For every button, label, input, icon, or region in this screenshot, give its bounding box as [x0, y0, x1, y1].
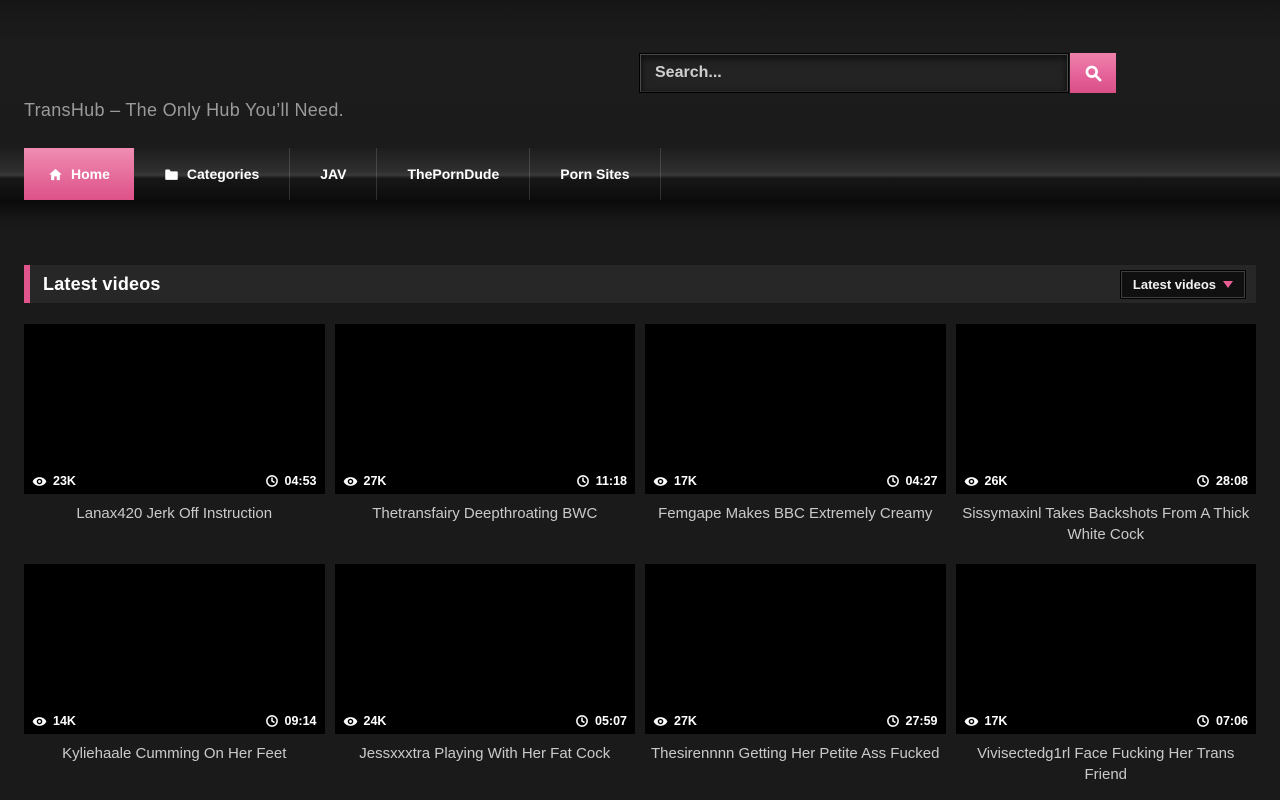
video-duration: 04:27 — [906, 474, 938, 488]
search-bar — [640, 53, 1116, 93]
video-meta: 27K 11:18 — [335, 468, 636, 494]
nav-item-theporndude[interactable]: ThePornDude — [377, 148, 530, 200]
nav-item-label: Home — [71, 166, 110, 182]
view-count: 17K — [674, 474, 697, 488]
video-title[interactable]: Lanax420 Jerk Off Instruction — [24, 503, 325, 524]
video-title[interactable]: Kyliehaale Cumming On Her Feet — [24, 743, 325, 764]
eye-icon — [964, 474, 979, 489]
eye-icon — [343, 714, 358, 729]
eye-icon — [32, 474, 47, 489]
nav-item-label: JAV — [320, 166, 346, 182]
video-card[interactable]: 27K 11:18 Thetransfairy Deepthroating BW… — [335, 324, 636, 564]
sort-dropdown-value: Latest videos — [1133, 277, 1216, 292]
site-tagline: TransHub – The Only Hub You’ll Need. — [24, 100, 344, 121]
nav-item-label: ThePornDude — [407, 166, 499, 182]
home-icon — [48, 167, 63, 182]
view-count: 27K — [674, 714, 697, 728]
video-card[interactable]: 17K 04:27 Femgape Makes BBC Extremely Cr… — [645, 324, 946, 564]
video-duration: 09:14 — [285, 714, 317, 728]
nav-item-categories[interactable]: Categories — [134, 148, 290, 200]
video-card[interactable]: 17K 07:06 Vivisectedg1rl Face Fucking He… — [956, 564, 1257, 800]
clock-icon — [886, 714, 900, 728]
video-card[interactable]: 26K 28:08 Sissymaxinl Takes Backshots Fr… — [956, 324, 1257, 564]
video-card[interactable]: 24K 05:07 Jessxxxtra Playing With Her Fa… — [335, 564, 636, 800]
clock-icon — [265, 714, 279, 728]
eye-icon — [32, 714, 47, 729]
clock-icon — [1196, 714, 1210, 728]
eye-icon — [653, 714, 668, 729]
clock-icon — [576, 474, 590, 488]
view-count: 14K — [53, 714, 76, 728]
view-count: 23K — [53, 474, 76, 488]
view-count: 17K — [985, 714, 1008, 728]
nav-item-label: Porn Sites — [560, 166, 629, 182]
sort-dropdown[interactable]: Latest videos — [1121, 271, 1245, 298]
video-thumbnail[interactable]: 17K 04:27 — [645, 324, 946, 494]
video-thumbnail[interactable]: 17K 07:06 — [956, 564, 1257, 734]
video-duration: 28:08 — [1216, 474, 1248, 488]
view-count: 24K — [364, 714, 387, 728]
video-title[interactable]: Thesirennnn Getting Her Petite Ass Fucke… — [645, 743, 946, 764]
video-duration: 04:53 — [285, 474, 317, 488]
eye-icon — [653, 474, 668, 489]
video-duration: 27:59 — [906, 714, 938, 728]
clock-icon — [886, 474, 900, 488]
video-thumbnail[interactable]: 24K 05:07 — [335, 564, 636, 734]
video-card[interactable]: 14K 09:14 Kyliehaale Cumming On Her Feet — [24, 564, 325, 800]
video-thumbnail[interactable]: 26K 28:08 — [956, 324, 1257, 494]
video-meta: 27K 27:59 — [645, 708, 946, 734]
magnifier-icon — [1083, 63, 1103, 83]
video-duration: 05:07 — [595, 714, 627, 728]
nav-item-label: Categories — [187, 166, 259, 182]
video-thumbnail[interactable]: 23K 04:53 — [24, 324, 325, 494]
section-title: Latest videos — [43, 274, 161, 295]
video-title[interactable]: Femgape Makes BBC Extremely Creamy — [645, 503, 946, 524]
clock-icon — [265, 474, 279, 488]
video-meta: 17K 04:27 — [645, 468, 946, 494]
video-grid: 23K 04:53 Lanax420 Jerk Off Instruction — [24, 324, 1256, 800]
video-thumbnail[interactable]: 14K 09:14 — [24, 564, 325, 734]
nav-item-porn-sites[interactable]: Porn Sites — [530, 148, 660, 200]
video-thumbnail[interactable]: 27K 11:18 — [335, 324, 636, 494]
video-title[interactable]: Vivisectedg1rl Face Fucking Her Trans Fr… — [956, 743, 1257, 785]
video-card[interactable]: 23K 04:53 Lanax420 Jerk Off Instruction — [24, 324, 325, 564]
video-duration: 11:18 — [596, 474, 627, 488]
clock-icon — [1196, 474, 1210, 488]
video-title[interactable]: Sissymaxinl Takes Backshots From A Thick… — [956, 503, 1257, 545]
page-header: TransHub – The Only Hub You’ll Need. — [0, 0, 1280, 148]
nav-item-jav[interactable]: JAV — [290, 148, 377, 200]
view-count: 26K — [985, 474, 1008, 488]
video-meta: 17K 07:06 — [956, 708, 1257, 734]
search-button[interactable] — [1070, 53, 1116, 93]
section-header: Latest videos Latest videos — [24, 265, 1256, 303]
view-count: 27K — [364, 474, 387, 488]
video-thumbnail[interactable]: 27K 27:59 — [645, 564, 946, 734]
video-duration: 07:06 — [1216, 714, 1248, 728]
clock-icon — [575, 714, 589, 728]
video-title[interactable]: Thetransfairy Deepthroating BWC — [335, 503, 636, 524]
video-meta: 23K 04:53 — [24, 468, 325, 494]
search-input[interactable] — [640, 54, 1068, 92]
nav-item-home[interactable]: Home — [24, 148, 134, 200]
video-meta: 26K 28:08 — [956, 468, 1257, 494]
video-title[interactable]: Jessxxxtra Playing With Her Fat Cock — [335, 743, 636, 764]
folder-icon — [164, 167, 179, 182]
nav-shadow — [0, 200, 1280, 232]
video-meta: 24K 05:07 — [335, 708, 636, 734]
eye-icon — [343, 474, 358, 489]
caret-down-icon — [1223, 281, 1233, 288]
video-meta: 14K 09:14 — [24, 708, 325, 734]
video-card[interactable]: 27K 27:59 Thesirennnn Getting Her Petite… — [645, 564, 946, 800]
eye-icon — [964, 714, 979, 729]
main-nav: Home Categories JAV ThePornDude Porn Sit… — [0, 148, 1280, 200]
